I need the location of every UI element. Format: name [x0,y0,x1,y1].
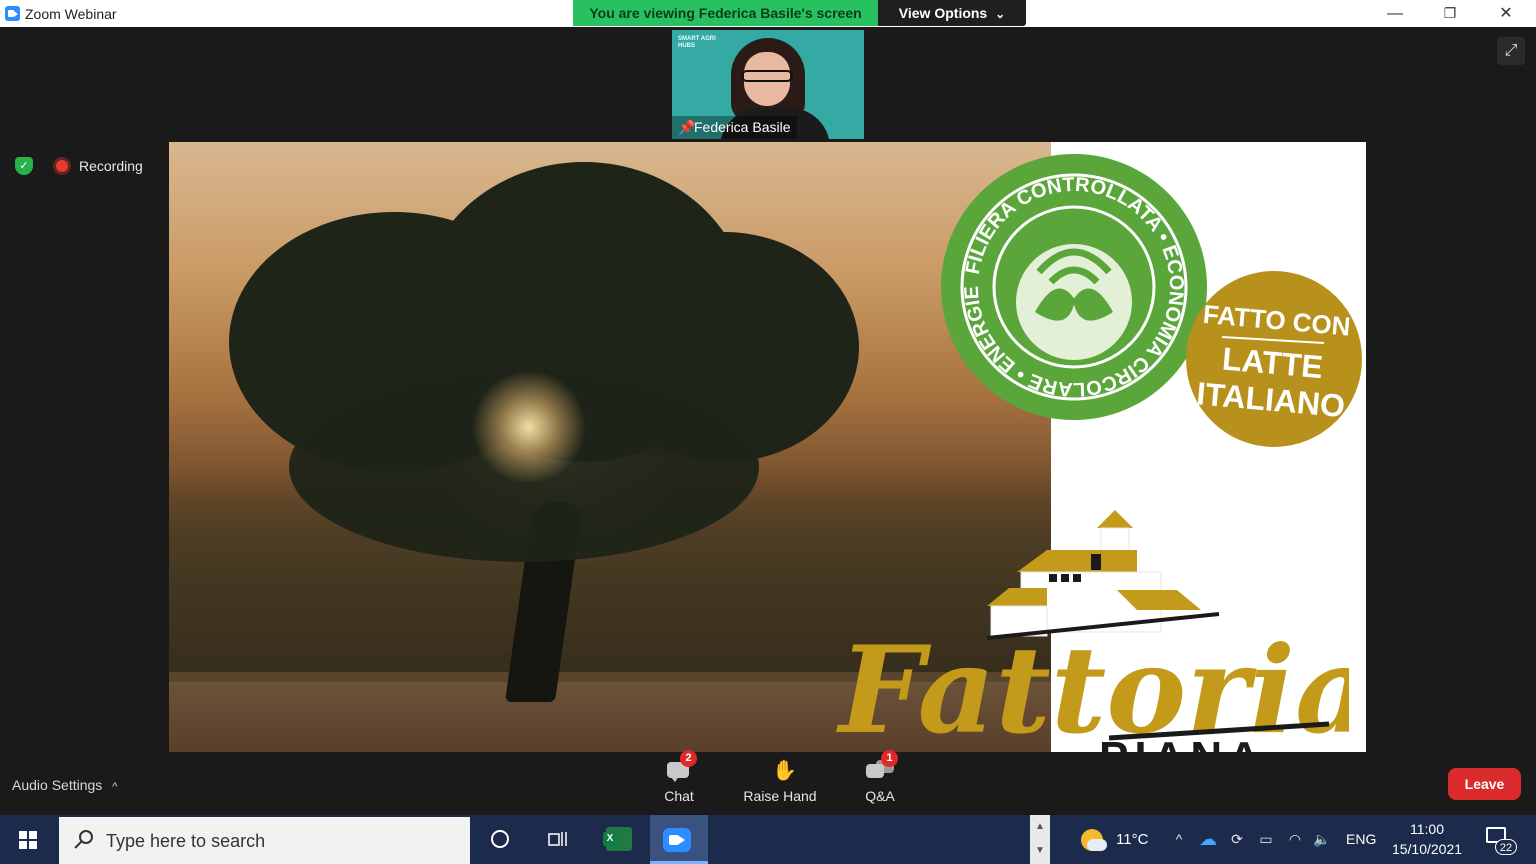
latte-italiano-badge: FATTO CON LATTE ITALIANO [1186,271,1362,447]
chevron-down-icon: ⌄ [995,7,1006,21]
audio-settings-label: Audio Settings [12,777,103,793]
clock[interactable]: 11:00 15/10/2021 [1384,819,1470,859]
audio-settings-button[interactable]: Audio Settings ^ [12,777,117,793]
clock-time: 11:00 [1410,821,1444,837]
participant-video[interactable]: SMART AGRI HUBS 📌Federica Basile [672,30,864,139]
zoom-logo-icon [5,6,20,21]
fattoria-brand-logo: Fattoria PIANA [836,620,1349,752]
notification-count: 22 [1495,839,1517,855]
input-language[interactable]: ENG [1346,815,1376,864]
window-title: Zoom Webinar [25,6,117,22]
clock-date: 15/10/2021 [1391,841,1463,857]
smart-agri-hubs-logo: SMART AGRI HUBS [678,36,716,49]
brand-sub-text: PIANA [1099,733,1266,752]
view-options-button[interactable]: View Options ⌄ [878,0,1026,26]
view-options-label: View Options [898,5,988,21]
zoom-app-icon [663,828,691,852]
excel-taskbar-button[interactable] [594,815,642,864]
windows-logo-icon [19,831,37,849]
qa-label: Q&A [865,788,895,804]
raise-hand-icon: ✋ [772,760,797,782]
chat-unread-badge: 2 [680,750,697,767]
wifi-icon[interactable]: ◠ [1284,815,1306,864]
cortana-icon [491,830,509,848]
chat-button[interactable]: 2 Chat [639,750,719,812]
meeting-toolbar: Audio Settings ^ 2 Chat ✋ Raise Hand 1 Q&… [0,750,1536,815]
title-bar: Zoom Webinar You are viewing Federica Ba… [0,0,1536,27]
tray-overflow-chevron-icon[interactable]: ^ [1168,815,1190,864]
participant-glasses [741,70,793,82]
cortana-button[interactable] [475,815,523,864]
battery-icon[interactable]: ▭ [1255,815,1277,864]
chat-label: Chat [664,788,694,804]
task-view-button[interactable] [532,815,580,864]
weather-icon[interactable] [1081,829,1107,851]
recording-label: Recording [79,158,143,174]
search-icon [74,830,93,849]
onedrive-icon[interactable]: ☁ [1196,815,1220,864]
fullscreen-expand-icon[interactable]: ⤢ [1497,37,1525,65]
chat-icon: 2 [665,750,697,784]
green-seal-logo: FILIERA CONTROLLATA • ECONOMIA CIRCOLARE… [939,152,1207,420]
taskbar-scroll-strip[interactable]: ▲ ▼ [1030,815,1050,864]
qa-button[interactable]: 1 Q&A [840,750,920,812]
security-shield-icon[interactable]: ✓ [15,157,33,175]
excel-icon [603,827,632,851]
participant-name: Federica Basile [694,119,791,135]
start-button[interactable] [0,815,57,864]
minimize-button[interactable]: — [1372,0,1418,27]
close-button[interactable]: ✕ [1483,0,1529,27]
meeting-area: ⤢ SMART AGRI HUBS 📌Federica Basile ✓ Rec… [0,27,1536,815]
recording-dot-icon [56,160,68,172]
sync-icon[interactable]: ⟳ [1226,815,1248,864]
qa-icon: 1 [866,750,898,784]
raise-hand-label: Raise Hand [743,788,817,804]
pin-icon: 📌 [678,119,696,135]
raise-hand-button[interactable]: ✋ Raise Hand [740,758,820,812]
taskbar-search-box[interactable]: Type here to search [59,817,470,864]
leave-button[interactable]: Leave [1448,768,1521,800]
brand-script-text: Fattoria [836,620,1349,752]
search-placeholder: Type here to search [106,831,266,851]
sun-glow [469,372,589,482]
viewing-screen-banner: You are viewing Federica Basile's screen [573,0,878,26]
volume-icon[interactable]: 🔈 [1311,815,1333,864]
chevron-up-icon: ^ [112,781,118,793]
notification-center-button[interactable]: 22 [1486,827,1517,855]
temperature[interactable]: 11°C [1116,815,1148,864]
task-view-icon [548,832,567,846]
windows-taskbar: Type here to search ▲▼ 11°C ^ ☁ ⟳ ▭ ◠ 🔈 … [0,815,1536,864]
qa-unread-badge: 1 [881,750,898,767]
zoom-taskbar-button[interactable] [650,815,708,864]
participant-name-tag: 📌Federica Basile [672,116,797,139]
restore-button[interactable]: ❐ [1427,0,1473,27]
shared-screen: FILIERA CONTROLLATA • ECONOMIA CIRCOLARE… [169,142,1366,752]
